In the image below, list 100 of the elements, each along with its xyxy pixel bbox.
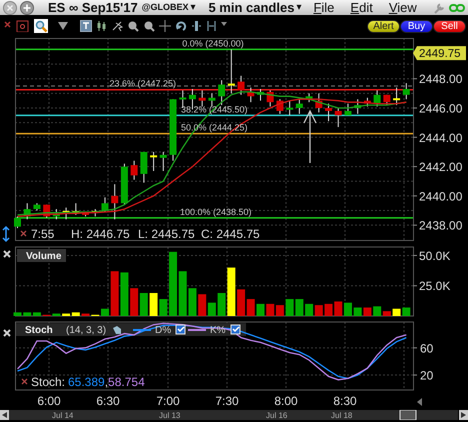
add-icon[interactable]: [20, 0, 34, 14]
candlestick: [52, 208, 60, 220]
price-axis-label: 2446.00: [419, 102, 462, 116]
readout-value: C: 2445.75: [201, 227, 260, 241]
time-axis-label: 7:00: [156, 394, 180, 408]
candlestick: [306, 92, 313, 103]
panel-title: Volume: [17, 249, 66, 262]
target-icon[interactable]: [16, 20, 29, 32]
reference-line-label: 100.0% (2438.50): [180, 206, 252, 217]
volume-bar: [130, 288, 138, 316]
candlestick: [334, 108, 342, 128]
arrow-annotation: [303, 110, 317, 163]
alert-button[interactable]: Alert: [367, 20, 400, 32]
candlestick: [101, 196, 108, 212]
volume-bar: [150, 293, 158, 316]
menu-item[interactable]: File: [313, 0, 334, 15]
time-axis-label: 8:30: [333, 394, 357, 408]
candlestick: [140, 151, 148, 184]
candlestick: [111, 184, 118, 220]
sell-button[interactable]: Sell: [433, 20, 466, 32]
chart-title: Volume: [26, 251, 62, 262]
candlestick: [325, 103, 332, 122]
candlestick: [170, 98, 177, 162]
scrollbar-thumb[interactable]: [400, 410, 416, 420]
menu-item[interactable]: View: [388, 0, 417, 15]
filter-icon[interactable]: [57, 20, 69, 32]
scroll-left-icon[interactable]: [417, 398, 422, 406]
candlestick: [33, 202, 40, 212]
volume-bar: [276, 305, 284, 316]
buy-button[interactable]: Buy: [400, 20, 433, 32]
bar-spacing-icon[interactable]: [206, 20, 217, 32]
text-tool-icon[interactable]: [80, 20, 92, 32]
zoom-out-icon[interactable]: [143, 20, 155, 32]
readout-value: L: 2445.75: [138, 227, 195, 241]
candlestick: [286, 100, 294, 116]
resize-handle-icon[interactable]: [2, 226, 10, 242]
reference-line-label: 0.0% (2450.00): [182, 38, 244, 48]
checkbox[interactable]: [176, 324, 186, 334]
readout-label: Stoch:: [31, 375, 66, 389]
volume-bar: [324, 304, 333, 316]
scrollbar-date: Jul 13: [159, 411, 180, 420]
cursor-tool-icon[interactable]: [111, 20, 123, 32]
scrollbar-date: Jul 14: [52, 411, 74, 420]
volume-bar: [256, 304, 264, 316]
legend-label: D%: [155, 325, 172, 336]
stoch-axis-label: 60: [420, 341, 434, 356]
panel-title: Stoch: [25, 325, 53, 336]
price-axis-label: 2442.00: [419, 160, 462, 174]
menu-item[interactable]: Edit: [350, 0, 373, 15]
candlestick: [130, 160, 138, 180]
volume-bar: [159, 299, 168, 316]
time-axis-label: 8:00: [274, 394, 298, 408]
candlestick: [92, 208, 99, 217]
candlestick: [14, 216, 21, 229]
zoom-in-icon[interactable]: [127, 20, 139, 32]
candlestick: [208, 92, 216, 108]
scrollbar-date: Jul 18: [331, 411, 352, 420]
volume-bar: [140, 293, 148, 316]
candlestick: [72, 202, 80, 216]
volume-bar: [402, 308, 410, 316]
readout-time: 7:55: [31, 227, 54, 241]
magnifier-icon[interactable]: [34, 19, 48, 33]
exchange-label: @GLOBEX: [142, 1, 188, 14]
volume-bar: [266, 304, 274, 316]
candlestick: [344, 103, 352, 116]
hand-icon[interactable]: [113, 326, 121, 334]
scroll-left-button[interactable]: [0, 410, 9, 420]
checkbox[interactable]: [230, 324, 240, 334]
volume-bar: [305, 304, 314, 316]
candlestick: [266, 90, 274, 108]
scroll-right-button[interactable]: [459, 410, 468, 420]
caret-icon[interactable]: ▾: [190, 0, 196, 15]
readout-value: H: 2446.75: [71, 227, 130, 241]
price-axis-label: 2438.00: [419, 218, 462, 233]
candlestick: [218, 80, 226, 106]
symbol-label: ES ∞ Sep15'17: [48, 0, 138, 15]
timeframe-label[interactable]: 5 min candles: [208, 0, 294, 15]
candlestick: [160, 151, 167, 172]
undo-icon[interactable]: [175, 20, 187, 32]
caret-icon[interactable]: ▾: [296, 0, 302, 15]
indicator-params: (14, 3, 3): [66, 325, 106, 336]
price-axis-label: 2448.00: [419, 72, 462, 86]
volume-bar: [120, 272, 128, 316]
volume-bar: [363, 308, 372, 316]
price-axis-label: 2444.00: [419, 130, 462, 145]
candle-tool-icon[interactable]: [96, 20, 107, 32]
time-axis-label: 7:30: [215, 394, 239, 408]
crosshair-icon[interactable]: [159, 20, 171, 32]
volume-bar: [14, 312, 22, 316]
readout-value: 65.389,58.754: [68, 375, 145, 389]
candlestick: [354, 98, 362, 114]
candlestick: [402, 82, 410, 100]
volume-bar: [286, 299, 294, 316]
volume-bar: [110, 271, 119, 316]
candlestick: [364, 97, 371, 108]
candlestick: [393, 87, 400, 106]
candlestick: [228, 48, 235, 94]
bar-width-icon[interactable]: [191, 20, 202, 32]
candlestick: [82, 212, 90, 217]
candlestick: [315, 92, 322, 113]
